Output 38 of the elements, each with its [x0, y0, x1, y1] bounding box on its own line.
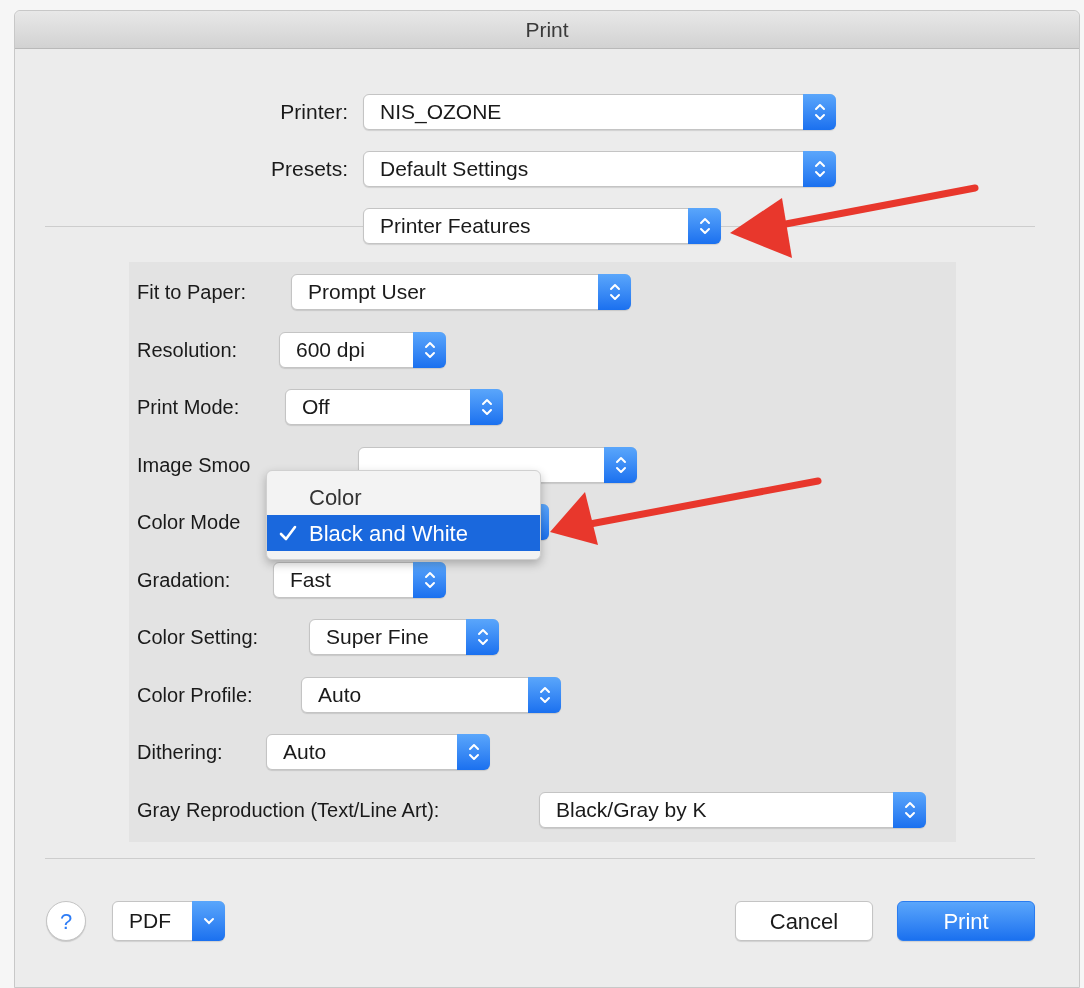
field-label: Image Smoo — [137, 452, 252, 478]
caret-icon — [202, 917, 215, 925]
field-label: Dithering: — [137, 740, 224, 765]
menu-item[interactable]: Color — [267, 479, 540, 515]
stepper-icon — [812, 101, 827, 123]
cancel-button[interactable]: Cancel — [735, 901, 873, 941]
popup-button[interactable]: Black/Gray by K — [539, 791, 926, 828]
popup-button[interactable]: Off — [285, 389, 503, 425]
help-button[interactable]: ? — [46, 901, 86, 941]
field-label: Color Mode — [137, 510, 242, 535]
pdf-button[interactable]: PDF — [112, 901, 225, 941]
stepper-icon — [812, 158, 827, 180]
field-label: Printer: — [279, 99, 348, 126]
popup-button[interactable]: Auto — [266, 734, 490, 770]
popup-button[interactable]: Printer Features — [363, 208, 721, 244]
field-label: Color Setting: — [137, 625, 260, 650]
field-label: Fit to Paper: — [137, 280, 247, 305]
popup-button[interactable]: NIS_OZONE — [363, 94, 836, 130]
field-label: Presets: — [269, 156, 348, 183]
stepper-icon — [697, 215, 712, 237]
field-label: Gradation: — [137, 567, 232, 593]
popup-button[interactable]: Default Settings — [363, 151, 836, 187]
popup-button[interactable]: Auto — [301, 676, 561, 713]
field-label: Gray Reproduction (Text/Line Art): — [137, 797, 441, 823]
field-label: Color Profile: — [137, 682, 254, 708]
popup-button[interactable]: Super Fine — [309, 619, 499, 655]
popup-button[interactable]: 600 dpi — [279, 331, 446, 368]
menu-item[interactable]: Black and White — [267, 515, 540, 551]
popup-button[interactable]: Fast — [273, 561, 446, 598]
checkmark-icon — [279, 524, 297, 542]
stepper-icon — [479, 396, 494, 418]
stepper-icon — [475, 626, 490, 648]
field-label: Print Mode: — [137, 395, 241, 420]
window-title: Print — [525, 16, 569, 43]
field-label: Resolution: — [137, 337, 239, 363]
popup-button[interactable]: Prompt User — [291, 274, 631, 310]
stepper-icon — [607, 281, 622, 303]
stepper-icon — [466, 741, 481, 763]
